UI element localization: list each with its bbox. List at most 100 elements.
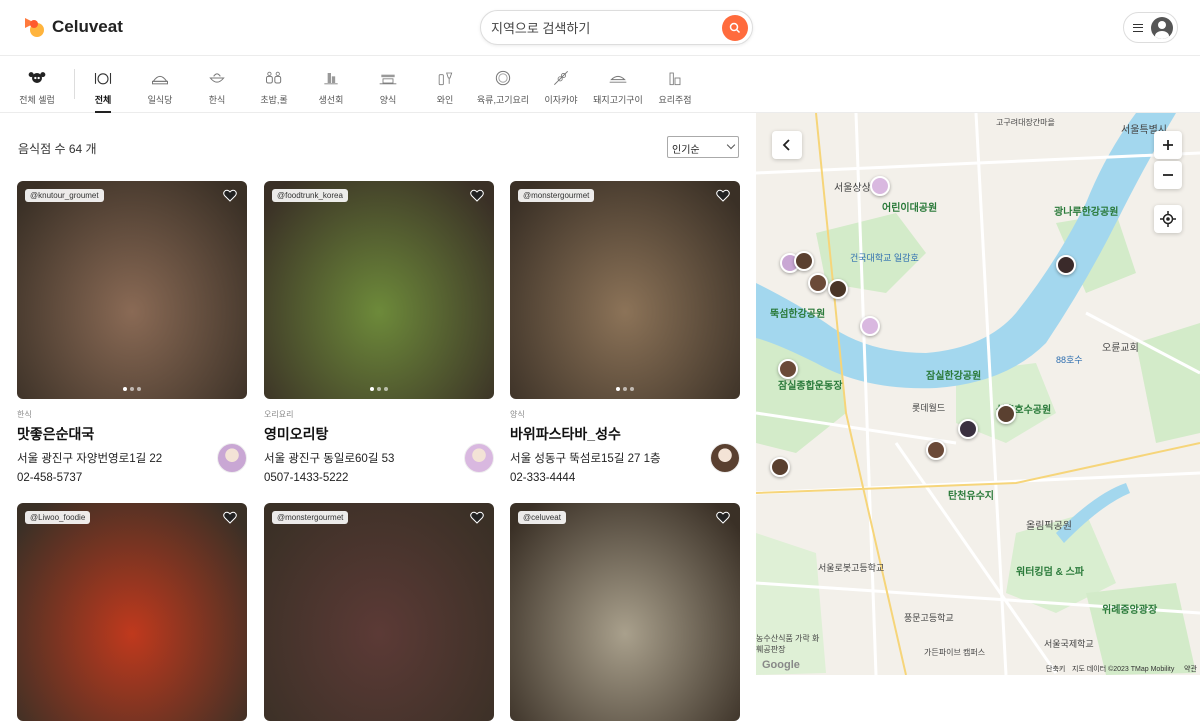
restaurant-name[interactable]: 맛좋은순대국 [17, 424, 247, 444]
category-wine[interactable]: 와인 [415, 69, 475, 106]
category-western[interactable]: 양식 [358, 69, 418, 106]
category-sushi-roll[interactable]: 초밥,롤 [244, 69, 304, 106]
heart-icon[interactable] [223, 511, 237, 524]
restaurant-name[interactable]: 바위파스타바_성수 [510, 424, 740, 444]
category-label: 초밥,롤 [260, 95, 288, 105]
bowl-icon [209, 73, 225, 83]
map-marker[interactable] [870, 176, 890, 196]
restaurant-card[interactable]: @monstergourmet 양식 바위파스타바_성수 서울 성동구 뚝섬로15길 … [510, 181, 740, 484]
heart-icon[interactable] [223, 189, 237, 202]
category-japanese[interactable]: 일식당 [130, 69, 190, 106]
celeb-handle-tag: @monstergourmet [272, 511, 349, 524]
user-menu-button[interactable] [1123, 12, 1178, 43]
category-all[interactable]: 전체 [73, 69, 133, 113]
celeb-handle-tag: @Liwoo_foodie [25, 511, 91, 524]
restaurant-phone: 0507-1433-5222 [264, 472, 349, 484]
map-label: 탄천유수지 [948, 491, 994, 502]
meat-icon [495, 70, 511, 86]
restaurant-card[interactable]: @celuveat [510, 503, 740, 721]
map-terms-link[interactable]: 약관 [1184, 664, 1197, 674]
celeb-handle-tag: @celuveat [518, 511, 566, 524]
sort-select[interactable]: 인기순 [667, 136, 739, 158]
search-input[interactable] [491, 19, 711, 37]
category-izakaya[interactable]: 이자카야 [531, 69, 591, 106]
category-sashimi[interactable]: 생선회 [301, 69, 361, 106]
map-label: 워터킹덤 & 스파 [1016, 567, 1084, 578]
restaurant-photo[interactable]: @knutour_groumet [17, 181, 247, 399]
category-bar: 전체 셀럽 전체 일식당 한식 초밥,롤 생선회 양식 와인 육류,고기요리 이… [0, 57, 1200, 113]
category-korean[interactable]: 한식 [187, 69, 247, 106]
heart-icon[interactable] [470, 511, 484, 524]
category-meat[interactable]: 육류,고기요리 [473, 69, 533, 106]
category-label: 육류,고기요리 [476, 95, 530, 105]
map-marker[interactable] [778, 359, 798, 379]
heart-icon[interactable] [470, 189, 484, 202]
map-back-button[interactable] [772, 131, 802, 159]
map-canvas[interactable] [756, 113, 1200, 675]
category-label: 양식 [379, 95, 397, 105]
search-button[interactable] [722, 15, 748, 41]
heart-icon[interactable] [716, 511, 730, 524]
plus-icon [1163, 140, 1173, 150]
map-marker[interactable] [794, 251, 814, 271]
restaurant-photo[interactable]: @Liwoo_foodie [17, 503, 247, 721]
menu-icon [1133, 23, 1143, 32]
restaurant-name[interactable]: 영미오리탕 [264, 424, 494, 444]
sushi-icon [152, 75, 168, 85]
map-marker[interactable] [828, 279, 848, 299]
map-marker[interactable] [958, 419, 978, 439]
category-pork-grill[interactable]: 돼지고기구이 [588, 69, 648, 106]
map-label: 서울국제학교 [1044, 639, 1094, 649]
grill-icon [609, 75, 627, 83]
map-label: 잠실종합운동장 [778, 381, 843, 392]
category-pub[interactable]: 요리주점 [645, 69, 705, 106]
restaurant-phone: 02-458-5737 [17, 472, 83, 484]
western-icon [379, 74, 397, 85]
map-label: 서울로봇고등학교 [818, 563, 885, 573]
celeb-avatar[interactable] [710, 443, 740, 473]
user-avatar-icon [1151, 16, 1173, 39]
map-marker[interactable] [808, 273, 828, 293]
carousel-dots [370, 387, 388, 391]
restaurant-card[interactable]: @knutour_groumet 한식 맛좋은순대국 서울 광진구 자양번영로1길 2… [17, 181, 247, 484]
celeb-handle-tag: @foodtrunk_korea [272, 189, 348, 202]
map-marker[interactable] [926, 440, 946, 460]
celeb-avatar[interactable] [464, 443, 494, 473]
map-label: 롯데월드 [912, 403, 946, 413]
logo-icon [22, 14, 48, 40]
map-shortcuts-link[interactable]: 단축키 [1046, 664, 1065, 674]
map-footer: 단축키 지도 데이터 ©2023 TMap Mobility 약관 [756, 661, 1200, 675]
map[interactable]: 고구려대장간마을 서울특별시 서울상상 어린이대공원 광나루한강공원 건국대학교… [756, 113, 1200, 675]
logo[interactable]: Celuveat [22, 14, 123, 40]
my-location-button[interactable] [1154, 205, 1182, 233]
restaurant-photo[interactable]: @foodtrunk_korea [264, 181, 494, 399]
category-label: 와인 [436, 95, 454, 105]
chevron-left-icon [782, 139, 790, 151]
map-label: 농수산식품 가락 화훼공판장 [756, 634, 820, 654]
category-label: 일식당 [147, 95, 173, 105]
category-label: 요리주점 [658, 95, 692, 105]
restaurant-category: 양식 [510, 410, 525, 419]
heart-icon[interactable] [716, 189, 730, 202]
zoom-in-button[interactable] [1154, 131, 1182, 159]
celeb-avatar[interactable] [217, 443, 247, 473]
map-marker[interactable] [770, 457, 790, 477]
restaurant-card[interactable]: @foodtrunk_korea 오리요리 영미오리탕 서울 광진구 동일로60길 5… [264, 181, 494, 484]
map-label: 고구려대장간마을 [996, 118, 1055, 127]
restaurant-card[interactable]: @Liwoo_foodie [17, 503, 247, 721]
restaurant-photo[interactable]: @monstergourmet [510, 181, 740, 399]
map-marker[interactable] [1056, 255, 1076, 275]
category-label: 이자카야 [544, 95, 578, 105]
category-all-celeb[interactable]: 전체 셀럽 [7, 69, 67, 106]
restaurant-photo[interactable]: @monstergourmet [264, 503, 494, 721]
carousel-dots [123, 387, 141, 391]
wine-icon [438, 72, 453, 86]
fish-icon [324, 73, 338, 85]
category-label: 생선회 [318, 95, 344, 105]
map-label: 가든파이브 캠퍼스 [924, 648, 986, 657]
restaurant-photo[interactable]: @celuveat [510, 503, 740, 721]
restaurant-card[interactable]: @monstergourmet [264, 503, 494, 721]
zoom-out-button[interactable] [1154, 161, 1182, 189]
map-marker[interactable] [860, 316, 880, 336]
map-marker[interactable] [996, 404, 1016, 424]
